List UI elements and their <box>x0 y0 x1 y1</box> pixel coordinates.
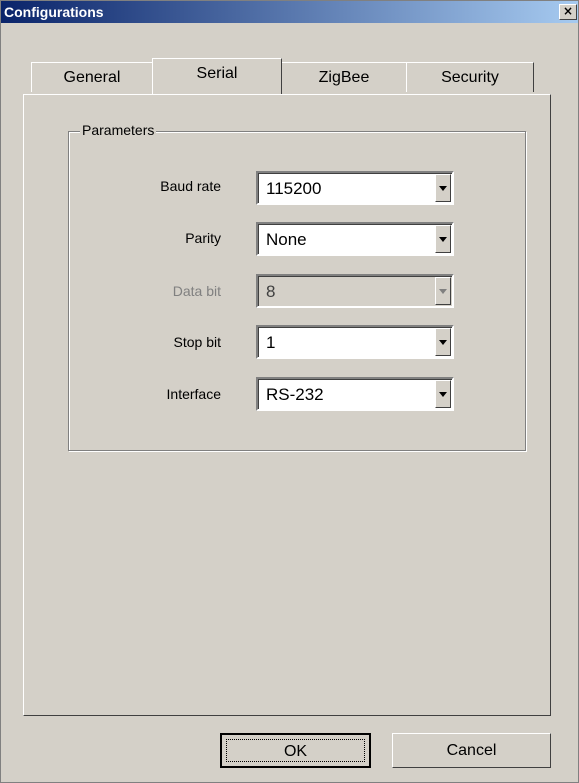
parameters-legend: Parameters <box>80 122 157 138</box>
interface-value: RS-232 <box>266 385 324 404</box>
focus-rect <box>226 739 365 762</box>
chevron-down-icon[interactable] <box>435 380 451 408</box>
tab-general[interactable]: General <box>31 62 153 92</box>
parity-value: None <box>266 230 307 249</box>
data-bit-value: 8 <box>266 282 276 301</box>
stop-bit-select[interactable]: 1 <box>256 325 454 359</box>
tab-serial[interactable]: Serial <box>152 58 282 94</box>
cancel-button[interactable]: Cancel <box>392 733 551 768</box>
title-bar[interactable]: Configurations × <box>1 1 578 23</box>
chevron-down-icon[interactable] <box>435 328 451 356</box>
parity-label: Parity <box>185 230 221 246</box>
baud-rate-value: 115200 <box>266 179 322 198</box>
data-bit-label: Data bit <box>172 283 221 299</box>
close-icon[interactable]: × <box>559 4 577 20</box>
stop-bit-label: Stop bit <box>173 334 221 350</box>
chevron-down-icon <box>435 277 451 305</box>
data-bit-select: 8 <box>256 274 454 308</box>
tab-zigbee[interactable]: ZigBee <box>281 62 407 92</box>
chevron-down-icon[interactable] <box>435 225 451 253</box>
tab-security[interactable]: Security <box>406 62 534 92</box>
parity-select[interactable]: None <box>256 222 454 256</box>
window-title: Configurations <box>4 4 104 20</box>
baud-rate-label: Baud rate <box>160 178 221 194</box>
chevron-down-icon[interactable] <box>435 174 451 202</box>
interface-label: Interface <box>166 386 221 402</box>
baud-rate-select[interactable]: 115200 <box>256 171 454 205</box>
interface-select[interactable]: RS-232 <box>256 377 454 411</box>
stop-bit-value: 1 <box>266 333 276 352</box>
ok-button[interactable]: OK <box>220 733 371 768</box>
